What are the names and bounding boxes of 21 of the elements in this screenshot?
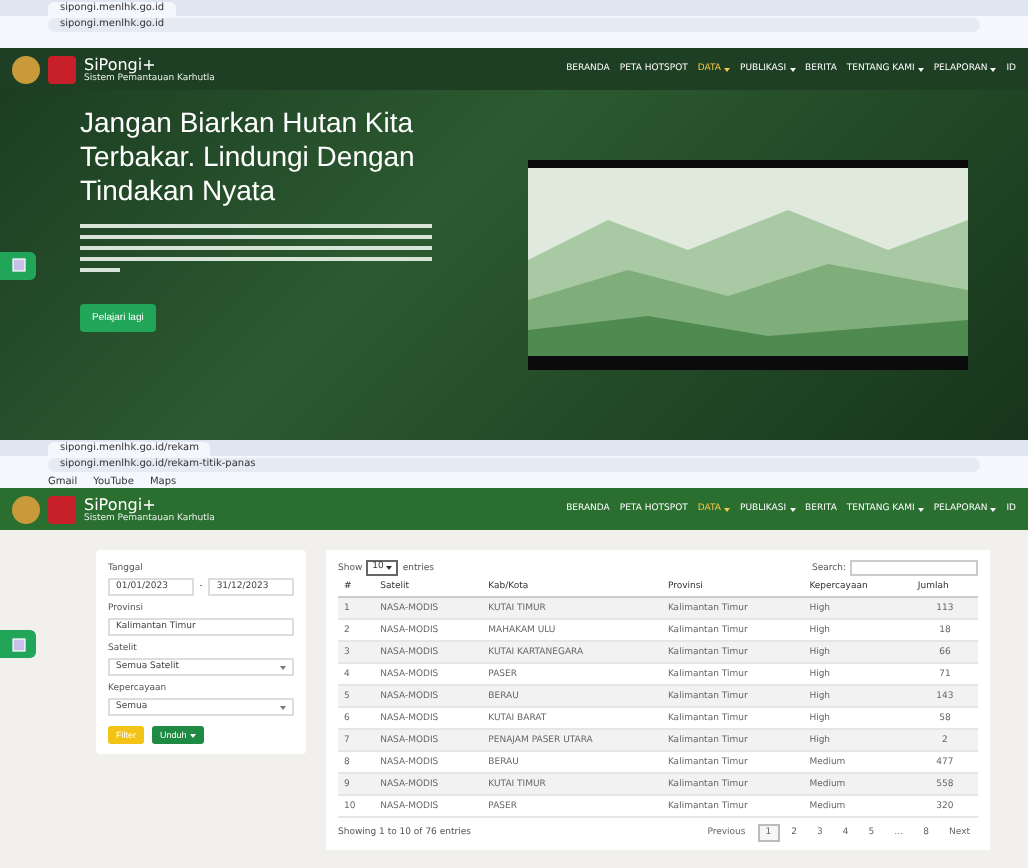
caret-icon bbox=[280, 705, 286, 709]
site-name: SiPongi+ bbox=[84, 55, 156, 73]
badge-logo bbox=[48, 495, 76, 523]
caret-icon bbox=[723, 507, 730, 511]
caret-icon bbox=[917, 67, 924, 71]
caret-icon bbox=[386, 566, 393, 570]
caret-icon bbox=[789, 507, 796, 511]
caret-icon bbox=[280, 665, 286, 669]
site-name: SiPongi+ bbox=[84, 495, 156, 513]
badge-logo bbox=[48, 55, 76, 83]
side-button[interactable] bbox=[0, 251, 36, 279]
caret-icon bbox=[789, 67, 796, 71]
caret-icon bbox=[990, 507, 997, 511]
caret-icon bbox=[723, 67, 730, 71]
caret-icon bbox=[189, 733, 196, 737]
emblem-logo bbox=[12, 495, 40, 523]
emblem-logo bbox=[12, 55, 40, 83]
hero-title: Jangan Biarkan Hutan Kita Terbakar. Lindungi Dengan Tindakan Nyata bbox=[80, 106, 417, 208]
caret-icon bbox=[990, 67, 997, 71]
search-field[interactable] bbox=[850, 560, 978, 576]
caret-icon bbox=[917, 507, 924, 511]
